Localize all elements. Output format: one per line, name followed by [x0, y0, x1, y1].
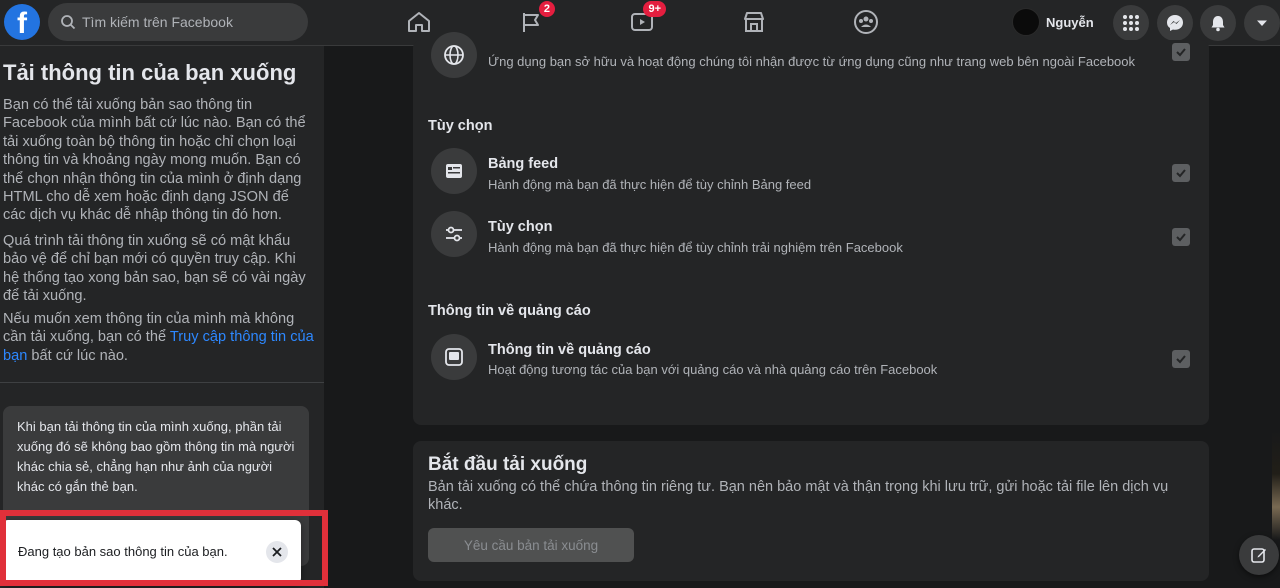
watch-badge: 9+ [643, 1, 666, 17]
start-download-description: Bản tải xuống có thể chứa thông tin riên… [428, 479, 1169, 513]
sidebar: Tải thông tin của bạn xuống Bạn có thể t… [0, 46, 324, 588]
pages-badge: 2 [538, 1, 555, 17]
ad-monitor-icon [445, 348, 463, 366]
preferences-checkbox[interactable] [1172, 228, 1190, 246]
caret-down-icon [1257, 20, 1267, 26]
globe-icon [444, 45, 464, 65]
close-icon [272, 547, 282, 557]
nav-pages[interactable]: 2 [513, 1, 555, 38]
apps-websites-description: Ứng dụng bạn sở hữu và hoạt động chúng t… [488, 54, 1136, 69]
access-paragraph: Nếu muốn xem thông tin của mình mà không… [3, 310, 315, 365]
menu-button[interactable] [1113, 5, 1149, 41]
groups-icon [854, 10, 878, 34]
apps-websites-checkbox[interactable] [1172, 43, 1190, 61]
messenger-button[interactable] [1157, 5, 1193, 41]
ads-row-description: Hoạt động tương tác của bạn với quảng cá… [488, 362, 938, 377]
password-paragraph: Quá trình tải thông tin xuống sẽ có mật … [3, 233, 306, 305]
preferences-row-title: Tùy chọn [488, 219, 553, 235]
access-text-suffix: bất cứ lúc nào. [27, 347, 128, 364]
search-input[interactable] [82, 14, 282, 30]
bell-icon [1211, 16, 1225, 32]
ads-icon-wrap [431, 334, 477, 380]
feed-icon [446, 164, 462, 178]
checkmark-icon [1176, 48, 1186, 57]
compose-icon [1251, 548, 1266, 563]
status-toast: Đang tạo bản sao thông tin của bạn. [2, 520, 301, 584]
notifications-button[interactable] [1200, 5, 1236, 41]
nav-groups[interactable] [848, 6, 884, 38]
ads-row-title: Thông tin về quảng cáo [488, 342, 651, 358]
marketplace-icon [744, 12, 764, 32]
search-box[interactable] [48, 3, 308, 41]
account-button[interactable] [1244, 5, 1280, 41]
new-message-button[interactable] [1239, 535, 1279, 575]
feed-row-description: Hành động mà bạn đã thực hiện để tùy chỉ… [488, 177, 812, 192]
home-icon [408, 12, 430, 32]
toast-close-button[interactable] [266, 541, 288, 563]
ads-checkbox[interactable] [1172, 350, 1190, 368]
facebook-logo[interactable]: f [4, 4, 40, 40]
nav-home[interactable] [401, 6, 437, 38]
sliders-icon [446, 226, 462, 242]
profile-button[interactable]: Nguyễn [1012, 6, 1094, 38]
checkmark-icon [1176, 233, 1186, 242]
section-title-ads: Thông tin về quảng cáo [428, 303, 591, 319]
start-download-title: Bắt đầu tải xuống [428, 454, 588, 475]
toast-message: Đang tạo bản sao thông tin của bạn. [18, 544, 228, 559]
flag-icon [523, 13, 539, 32]
preferences-icon-wrap [431, 211, 477, 257]
page-title: Tải thông tin của bạn xuống [3, 60, 297, 85]
sidebar-divider [0, 382, 324, 383]
background-edge [1272, 430, 1280, 540]
nav-watch[interactable]: 9+ [624, 1, 666, 38]
apps-websites-icon-wrap [431, 32, 477, 78]
messenger-icon [1167, 15, 1183, 31]
checkmark-icon [1176, 169, 1186, 178]
intro-paragraph: Bạn có thể tải xuống bản sao thông tin F… [3, 97, 306, 224]
section-title-preferences: Tùy chọn [428, 118, 493, 134]
feed-checkbox[interactable] [1172, 164, 1190, 182]
feed-row-title: Bảng feed [488, 156, 559, 172]
grid-menu-icon [1123, 15, 1139, 31]
checkmark-icon [1176, 355, 1186, 364]
feed-icon-wrap [431, 148, 477, 194]
search-icon [61, 15, 76, 30]
avatar [1012, 8, 1040, 36]
nav-marketplace[interactable] [736, 6, 772, 38]
request-download-button[interactable]: Yêu cầu bản tải xuống [428, 528, 634, 562]
profile-name: Nguyễn [1046, 14, 1094, 30]
preferences-row-description: Hành động mà bạn đã thực hiện để tùy chỉ… [488, 240, 903, 255]
